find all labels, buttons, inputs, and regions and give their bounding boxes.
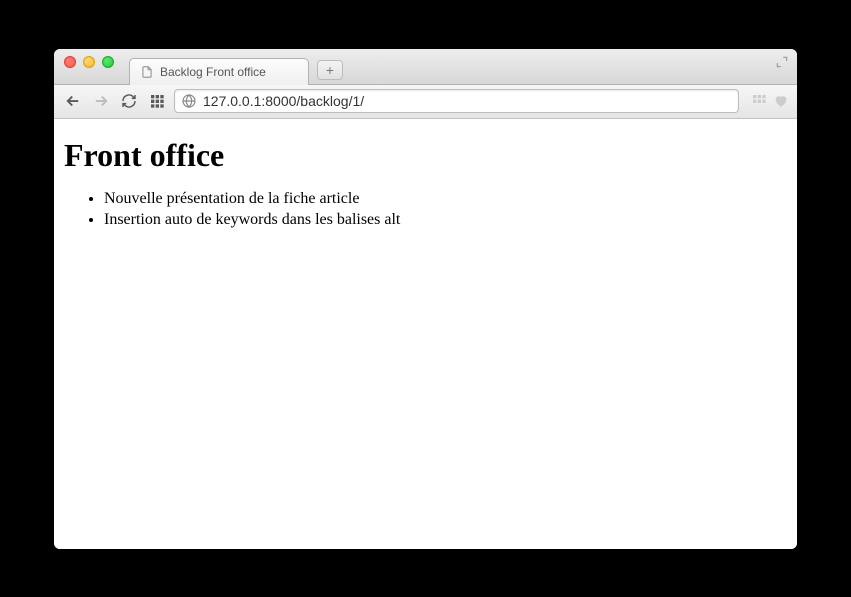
reload-icon (121, 93, 137, 109)
reload-button[interactable] (118, 90, 140, 112)
plus-icon: + (326, 62, 334, 78)
page-content: Front office Nouvelle présentation de la… (54, 119, 797, 549)
heart-icon[interactable] (773, 93, 789, 109)
titlebar: Backlog Front office + (54, 49, 797, 85)
backlog-list: Nouvelle présentation de la fiche articl… (64, 188, 787, 231)
toolbar-right (751, 93, 789, 109)
url-input[interactable] (203, 93, 732, 109)
browser-window: Backlog Front office + (54, 49, 797, 549)
new-tab-button[interactable]: + (317, 60, 343, 80)
back-button[interactable] (62, 90, 84, 112)
list-item: Nouvelle présentation de la fiche articl… (104, 188, 787, 210)
list-item: Insertion auto de keywords dans les bali… (104, 209, 787, 231)
apps-button[interactable] (146, 90, 168, 112)
tab-active[interactable]: Backlog Front office (129, 58, 309, 85)
arrow-right-icon (92, 92, 110, 110)
fullscreen-icon[interactable] (775, 55, 789, 69)
url-bar[interactable] (174, 89, 739, 113)
arrow-left-icon (64, 92, 82, 110)
grid-icon (149, 93, 165, 109)
page-heading: Front office (64, 137, 787, 174)
window-controls (54, 49, 124, 68)
minimize-window-button[interactable] (83, 56, 95, 68)
close-window-button[interactable] (64, 56, 76, 68)
tab-strip: Backlog Front office + (129, 49, 343, 84)
page-favicon (140, 65, 154, 79)
forward-button[interactable] (90, 90, 112, 112)
tab-title: Backlog Front office (160, 65, 266, 79)
extensions-icon[interactable] (751, 93, 767, 109)
maximize-window-button[interactable] (102, 56, 114, 68)
globe-icon (181, 93, 197, 109)
toolbar (54, 85, 797, 119)
